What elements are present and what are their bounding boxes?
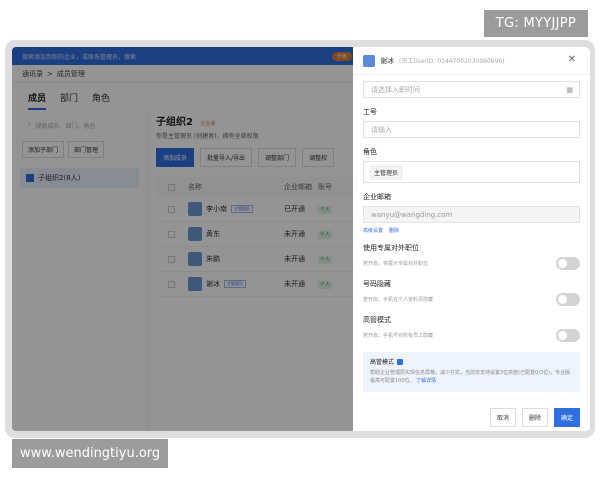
job-number-label: 工号 (363, 108, 377, 116)
exec-mode-label: 高管模式 (363, 316, 391, 324)
drawer-user-name: 谢冰 (380, 56, 394, 65)
info-title: 高管模式 (370, 359, 395, 366)
exec-mode-desc: 若开启，手机号对所有员工隐藏 (363, 333, 434, 339)
info-description: 帮助企业管理层实现信息屏蔽，减少打扰，当前仅支持设置3位高管(已配置0/3位)，… (370, 370, 571, 384)
job-number-input[interactable]: 请输入 (363, 121, 580, 138)
delete-email-link[interactable]: 删除 (389, 227, 399, 234)
drawer-header: 谢冰 (员工UserID: 01447002030960996) ✕ (353, 47, 590, 75)
email-field: wanyu@wangding.com (363, 206, 580, 223)
cancel-button[interactable]: 取消 (489, 407, 516, 427)
join-date-placeholder: 请选择入职时间 (371, 85, 420, 94)
email-label: 企业邮箱 (363, 193, 391, 201)
number-hide-toggle[interactable] (556, 293, 580, 306)
role-label: 角色 (363, 148, 377, 156)
site-watermark: www.wendingtiyu.org (12, 439, 169, 468)
external-title-toggle[interactable] (556, 257, 580, 270)
join-date-field[interactable]: 请选择入职时间 ▦ (363, 81, 580, 98)
shield-icon (397, 358, 404, 365)
tag-badge: TG: MYYJJPP (483, 10, 588, 37)
number-hide-label: 号码隐藏 (363, 280, 391, 288)
drawer-footer: 取消 删除 确定 (353, 403, 590, 431)
confirm-button[interactable]: 确定 (553, 407, 580, 427)
app-window: 搜索添加到你的企业，或联系管理员，搜索 升级 通讯录 > 成员管理 成员 部门 … (12, 47, 590, 431)
exec-mode-info-box: 高管模式 帮助企业管理层实现信息屏蔽，减少打扰，当前仅支持设置3位高管(已配置0… (363, 352, 580, 392)
external-title-label: 使用专属对外职位 (363, 244, 419, 252)
drawer-user-id: (员工UserID: 01447002030960996) (399, 58, 505, 65)
external-title-desc: 若开启，将展示专属对外职位 (363, 261, 429, 267)
email-value: wanyu@wangding.com (371, 210, 453, 219)
role-chip[interactable]: 主管理员 (369, 164, 404, 180)
exec-mode-toggle[interactable] (556, 329, 580, 342)
learn-more-link[interactable]: 了解详情 (416, 378, 436, 384)
calendar-icon: ▦ (566, 85, 573, 94)
advanced-settings-link[interactable]: 高级设置 (363, 227, 383, 234)
number-hide-desc: 若开启，手机在个人资料页隐藏 (363, 297, 434, 303)
job-number-placeholder: 请输入 (371, 125, 392, 134)
user-avatar-icon (363, 54, 375, 67)
delete-button[interactable]: 删除 (521, 407, 548, 427)
close-icon[interactable]: ✕ (568, 54, 576, 65)
member-edit-drawer: 谢冰 (员工UserID: 01447002030960996) ✕ 请选择入职… (353, 47, 590, 431)
role-select[interactable]: 主管理员 (363, 161, 580, 183)
